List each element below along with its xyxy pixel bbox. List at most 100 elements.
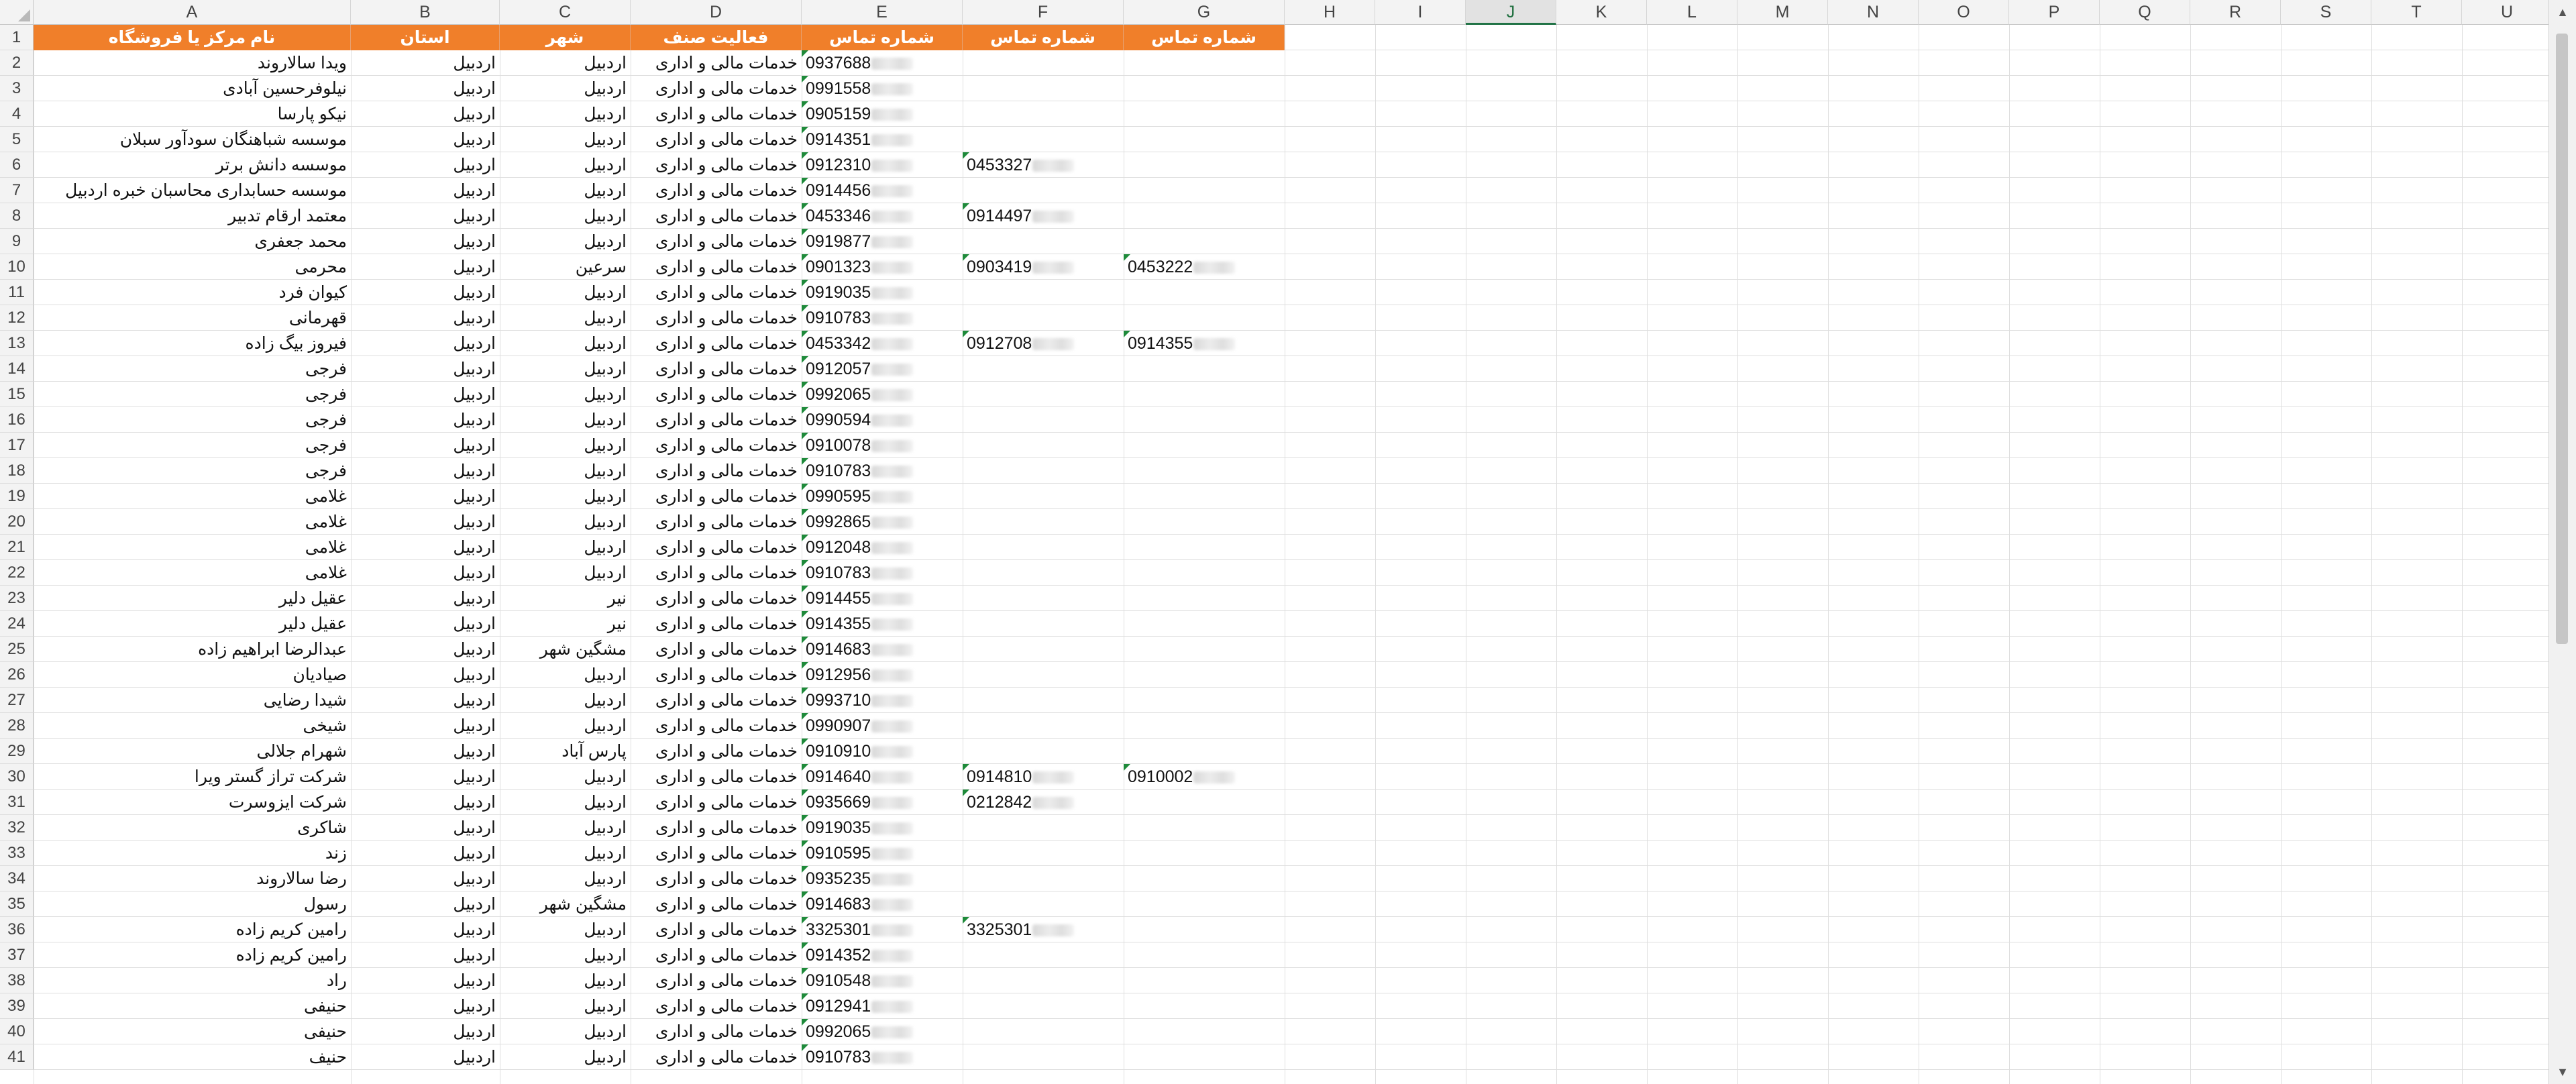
column-header-d[interactable]: D — [631, 0, 802, 25]
column-header-t[interactable]: T — [2371, 0, 2462, 25]
cell-activity[interactable]: خدمات مالی و اداری — [631, 942, 802, 968]
cell-province[interactable]: اردبیل — [351, 866, 500, 891]
scrollbar-thumb[interactable] — [2556, 34, 2568, 644]
cell-province[interactable]: اردبیل — [351, 611, 500, 637]
cell-phone-1[interactable]: 0992865 — [802, 509, 963, 535]
cell-province[interactable]: اردبیل — [351, 1019, 500, 1044]
cell-store-name[interactable]: شاکری — [34, 815, 351, 841]
cell-city[interactable]: اردبیل — [500, 356, 631, 382]
cell-activity[interactable]: خدمات مالی و اداری — [631, 790, 802, 815]
cell-activity[interactable]: خدمات مالی و اداری — [631, 407, 802, 433]
row-header[interactable]: 14 — [0, 356, 34, 382]
row-header[interactable]: 22 — [0, 560, 34, 586]
cell-activity[interactable]: خدمات مالی و اداری — [631, 433, 802, 458]
cell-phone-2[interactable]: 3325301 — [963, 917, 1124, 942]
cell-phone-1[interactable]: 0935235 — [802, 866, 963, 891]
cell-city[interactable]: نیر — [500, 611, 631, 637]
cell-province[interactable]: اردبیل — [351, 101, 500, 127]
cell-store-name[interactable]: حنیف — [34, 1044, 351, 1070]
cell-phone-1[interactable]: 0914683 — [802, 637, 963, 662]
row-header[interactable]: 10 — [0, 254, 34, 280]
row-header[interactable]: 36 — [0, 917, 34, 942]
cell-phone-2[interactable]: 0453327 — [963, 152, 1124, 178]
header-cell-f[interactable]: شماره تماس — [963, 25, 1124, 50]
cell-store-name[interactable]: فرجی — [34, 356, 351, 382]
cell-store-name[interactable]: شرکت تراز گستر ویرا — [34, 764, 351, 790]
cell-activity[interactable]: خدمات مالی و اداری — [631, 993, 802, 1019]
cell-store-name[interactable]: فرجی — [34, 407, 351, 433]
cell-phone-1[interactable]: 0914640 — [802, 764, 963, 790]
cell-province[interactable]: اردبیل — [351, 713, 500, 739]
row-header[interactable]: 29 — [0, 739, 34, 764]
column-header-u[interactable]: U — [2462, 0, 2549, 25]
cell-activity[interactable]: خدمات مالی و اداری — [631, 739, 802, 764]
cell-city[interactable]: اردبیل — [500, 101, 631, 127]
cell-city[interactable]: اردبیل — [500, 178, 631, 203]
cell-province[interactable]: اردبیل — [351, 203, 500, 229]
cell-phone-1[interactable]: 0992065 — [802, 382, 963, 407]
cell-city[interactable]: اردبیل — [500, 50, 631, 76]
cell-province[interactable]: اردبیل — [351, 764, 500, 790]
cell-store-name[interactable]: صیادیان — [34, 662, 351, 688]
row-header[interactable]: 16 — [0, 407, 34, 433]
cell-phone-1[interactable]: 0914351 — [802, 127, 963, 152]
cell-province[interactable]: اردبیل — [351, 815, 500, 841]
cell-city[interactable]: نیر — [500, 586, 631, 611]
cell-province[interactable]: اردبیل — [351, 535, 500, 560]
cell-store-name[interactable]: رامین کریم زاده — [34, 917, 351, 942]
cell-city[interactable]: اردبیل — [500, 764, 631, 790]
cell-activity[interactable]: خدمات مالی و اداری — [631, 101, 802, 127]
cell-activity[interactable]: خدمات مالی و اداری — [631, 713, 802, 739]
cell-store-name[interactable]: عقیل دلیر — [34, 586, 351, 611]
cell-store-name[interactable]: ویدا سالاروند — [34, 50, 351, 76]
cell-activity[interactable]: خدمات مالی و اداری — [631, 178, 802, 203]
row-header[interactable]: 31 — [0, 790, 34, 815]
cell-city[interactable]: اردبیل — [500, 280, 631, 305]
cell-store-name[interactable]: قهرمانی — [34, 305, 351, 331]
row-header[interactable]: 26 — [0, 662, 34, 688]
cell-activity[interactable]: خدمات مالی و اداری — [631, 662, 802, 688]
cell-area[interactable]: نام مرکز یا فروشگاه استان شهر فعالیت صنف شما… — [34, 25, 2549, 1084]
row-header[interactable]: 28 — [0, 713, 34, 739]
row-header[interactable]: 20 — [0, 509, 34, 535]
cell-city[interactable]: اردبیل — [500, 484, 631, 509]
row-header[interactable]: 7 — [0, 178, 34, 203]
row-header[interactable]: 23 — [0, 586, 34, 611]
cell-province[interactable]: اردبیل — [351, 407, 500, 433]
row-header[interactable]: 2 — [0, 50, 34, 76]
cell-city[interactable]: اردبیل — [500, 815, 631, 841]
cell-store-name[interactable]: کیوان فرد — [34, 280, 351, 305]
row-header[interactable]: 24 — [0, 611, 34, 637]
cell-phone-1[interactable]: 0905159 — [802, 101, 963, 127]
cell-store-name[interactable]: موسسه حسابداری محاسبان خبره اردبیل — [34, 178, 351, 203]
cell-activity[interactable]: خدمات مالی و اداری — [631, 229, 802, 254]
cell-phone-1[interactable]: 0914455 — [802, 586, 963, 611]
cell-store-name[interactable]: موسسه دانش برتر — [34, 152, 351, 178]
cell-phone-1[interactable]: 0910078 — [802, 433, 963, 458]
row-header[interactable]: 6 — [0, 152, 34, 178]
cell-city[interactable]: اردبیل — [500, 942, 631, 968]
cell-city[interactable]: اردبیل — [500, 662, 631, 688]
cell-activity[interactable]: خدمات مالی و اداری — [631, 560, 802, 586]
header-cell-g[interactable]: شماره تماس — [1124, 25, 1285, 50]
scroll-up-icon[interactable]: ▲ — [2549, 1, 2576, 23]
cell-phone-1[interactable]: 0453346 — [802, 203, 963, 229]
cell-store-name[interactable]: شیخی — [34, 713, 351, 739]
cell-city[interactable]: اردبیل — [500, 407, 631, 433]
cell-activity[interactable]: خدمات مالی و اداری — [631, 917, 802, 942]
cell-province[interactable]: اردبیل — [351, 917, 500, 942]
row-header[interactable]: 9 — [0, 229, 34, 254]
cell-store-name[interactable]: رامین کریم زاده — [34, 942, 351, 968]
cell-province[interactable]: اردبیل — [351, 1044, 500, 1070]
column-header-f[interactable]: F — [963, 0, 1124, 25]
column-header-o[interactable]: O — [1919, 0, 2009, 25]
cell-activity[interactable]: خدمات مالی و اداری — [631, 815, 802, 841]
cell-city[interactable]: اردبیل — [500, 127, 631, 152]
cell-activity[interactable]: خدمات مالی و اداری — [631, 586, 802, 611]
cell-province[interactable]: اردبیل — [351, 662, 500, 688]
column-header-c[interactable]: C — [500, 0, 631, 25]
cell-phone-2[interactable]: 0903419 — [963, 254, 1124, 280]
cell-province[interactable]: اردبیل — [351, 127, 500, 152]
cell-phone-1[interactable]: 0453342 — [802, 331, 963, 356]
cell-store-name[interactable]: عبدالرضا ابراهیم زاده — [34, 637, 351, 662]
